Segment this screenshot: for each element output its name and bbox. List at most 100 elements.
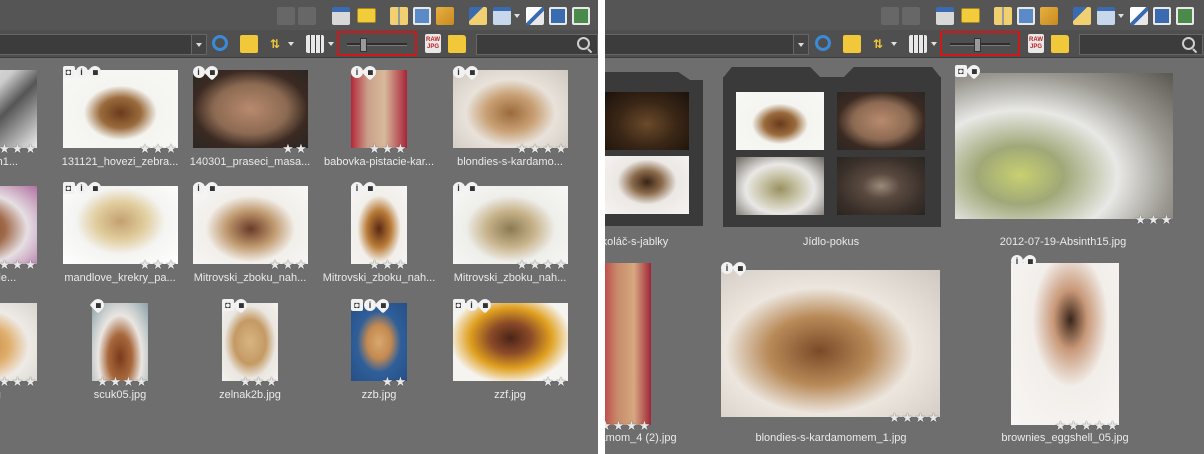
star-icon[interactable]: ★ bbox=[1134, 213, 1147, 226]
thumbnail-caption[interactable]: brownies_eggshell_05.jpg bbox=[1001, 432, 1128, 444]
star-icon[interactable]: ★ bbox=[269, 258, 282, 271]
folder-caption[interactable]: koláč-s-jablky bbox=[605, 236, 668, 248]
folder-star-icon[interactable] bbox=[240, 35, 258, 53]
folder-icon[interactable] bbox=[448, 35, 466, 53]
star-icon[interactable]: ★ bbox=[139, 142, 152, 155]
thumbnail-caption[interactable]: mandlove_krekry_pa... bbox=[64, 272, 175, 284]
thumbnail-caption[interactable]: n_nahle... bbox=[0, 272, 16, 284]
path-combobox[interactable] bbox=[605, 34, 809, 55]
star-icon[interactable]: ★ bbox=[605, 419, 612, 432]
thumbnail-image[interactable] bbox=[452, 70, 568, 148]
star-icon[interactable]: ★ bbox=[368, 258, 381, 271]
copy-icon[interactable] bbox=[413, 7, 431, 25]
star-icon[interactable]: ★ bbox=[368, 142, 381, 155]
thumbnail-image[interactable] bbox=[0, 70, 37, 148]
thumbnail-image[interactable] bbox=[452, 303, 568, 381]
transfer-dropdown-caret[interactable] bbox=[514, 14, 520, 18]
star-icon[interactable]: ★ bbox=[0, 258, 11, 271]
star-icon[interactable]: ★ bbox=[542, 375, 555, 388]
thumbnail-image[interactable] bbox=[351, 186, 407, 264]
star-icon[interactable]: ★ bbox=[529, 142, 542, 155]
star-icon[interactable]: ★ bbox=[1106, 419, 1119, 432]
thumbnail-caption[interactable]: 131121_hovezi_zebra... bbox=[62, 156, 179, 168]
rating-stars[interactable]: ★ ★ ★ bbox=[0, 258, 37, 271]
print-icon[interactable] bbox=[332, 7, 350, 25]
star-icon[interactable]: ★ bbox=[1054, 419, 1067, 432]
thumbnail-caption[interactable]: .jpg bbox=[0, 389, 1, 401]
sort-icon[interactable]: ⇅ bbox=[266, 35, 284, 53]
thumbnail-image[interactable] bbox=[605, 263, 651, 425]
view-mode-icon[interactable] bbox=[909, 35, 927, 53]
star-icon[interactable]: ★ bbox=[139, 258, 152, 271]
rating-stars[interactable]: ★ ★ bbox=[381, 375, 407, 388]
folder-icon[interactable] bbox=[1051, 35, 1069, 53]
thumbnail-image[interactable] bbox=[721, 270, 940, 417]
print-icon[interactable] bbox=[936, 7, 954, 25]
rating-stars[interactable]: ★★★★★ bbox=[1054, 419, 1119, 432]
transfer-dropdown-caret[interactable] bbox=[1118, 14, 1124, 18]
star-icon[interactable]: ★ bbox=[901, 411, 914, 424]
star-icon[interactable]: ★ bbox=[529, 258, 542, 271]
thumbnail-size-slider[interactable] bbox=[337, 31, 417, 56]
star-icon[interactable]: ★ bbox=[11, 375, 24, 388]
star-icon[interactable]: ★ bbox=[109, 375, 122, 388]
transfer-icon[interactable] bbox=[493, 7, 511, 25]
thumbnail-image[interactable] bbox=[192, 186, 308, 264]
rating-stars[interactable]: ★ ★ ★ ★ bbox=[888, 411, 940, 424]
nav-back-icon[interactable] bbox=[881, 7, 899, 25]
thumbnail-image[interactable] bbox=[222, 303, 278, 381]
thumbnail-size-slider-thumb[interactable] bbox=[974, 38, 981, 52]
thumbnail-size-slider[interactable] bbox=[940, 31, 1020, 56]
thumbnail-image[interactable] bbox=[955, 73, 1173, 219]
folder-star-icon[interactable] bbox=[843, 35, 861, 53]
star-icon[interactable]: ★ bbox=[265, 375, 278, 388]
rating-stars[interactable]: ★ ★ ★ ★ bbox=[516, 258, 568, 271]
sort-dropdown-caret[interactable] bbox=[891, 42, 897, 46]
star-icon[interactable]: ★ bbox=[394, 142, 407, 155]
raw-jpg-icon[interactable]: RAW JPG bbox=[425, 34, 441, 53]
star-icon[interactable]: ★ bbox=[282, 142, 295, 155]
star-icon[interactable]: ★ bbox=[394, 375, 407, 388]
star-icon[interactable]: ★ bbox=[135, 375, 148, 388]
star-icon[interactable]: ★ bbox=[252, 375, 265, 388]
thumbnail-image[interactable] bbox=[192, 70, 308, 148]
search-icon[interactable] bbox=[577, 37, 590, 50]
thumbnail-caption[interactable]: 2012-07-19-Absinth15.jpg bbox=[1000, 236, 1127, 248]
star-icon[interactable]: ★ bbox=[888, 411, 901, 424]
rating-stars[interactable]: ★ ★ ★ bbox=[0, 142, 37, 155]
thumbnail-image[interactable] bbox=[62, 186, 178, 264]
slideshow-icon[interactable] bbox=[1153, 7, 1171, 25]
rating-stars[interactable]: ★ ★ ★ bbox=[269, 258, 308, 271]
rating-stars[interactable]: ★ ★ ★ bbox=[368, 258, 407, 271]
star-icon[interactable]: ★ bbox=[11, 142, 24, 155]
star-icon[interactable]: ★ bbox=[1147, 213, 1160, 226]
rating-stars[interactable]: ★ ★ ★ bbox=[139, 258, 178, 271]
raw-jpg-icon[interactable]: RAW JPG bbox=[1028, 34, 1044, 53]
thumbnail-caption[interactable]: 140301_praseci_masa... bbox=[190, 156, 310, 168]
thumbnail-caption[interactable]: scuk05.jpg bbox=[94, 389, 147, 401]
thumbnail-size-slider-thumb[interactable] bbox=[360, 38, 367, 52]
path-combobox[interactable] bbox=[0, 34, 207, 55]
view-mode-icon[interactable] bbox=[306, 35, 324, 53]
nav-back-icon[interactable] bbox=[277, 7, 295, 25]
rating-stars[interactable]: ★ ★ ★ bbox=[139, 142, 178, 155]
thumbnail-image[interactable] bbox=[452, 186, 568, 264]
star-icon[interactable]: ★ bbox=[555, 258, 568, 271]
email-icon[interactable] bbox=[961, 8, 980, 23]
star-icon[interactable]: ★ bbox=[394, 258, 407, 271]
search-icon[interactable] bbox=[1182, 37, 1195, 50]
star-icon[interactable]: ★ bbox=[914, 411, 927, 424]
star-icon[interactable]: ★ bbox=[165, 258, 178, 271]
star-icon[interactable]: ★ bbox=[152, 258, 165, 271]
star-icon[interactable]: ★ bbox=[625, 419, 638, 432]
thumbnail-caption[interactable]: Absinth1... bbox=[0, 156, 18, 168]
star-icon[interactable]: ★ bbox=[381, 258, 394, 271]
rating-stars[interactable]: ★★★★★ bbox=[605, 419, 651, 432]
books-icon[interactable] bbox=[390, 7, 408, 25]
path-dropdown-button[interactable] bbox=[191, 35, 206, 54]
books-icon[interactable] bbox=[994, 7, 1012, 25]
thumbnail-caption[interactable]: Mitrovski_zboku_nah... bbox=[194, 272, 307, 284]
star-icon[interactable]: ★ bbox=[381, 142, 394, 155]
star-icon[interactable]: ★ bbox=[542, 258, 555, 271]
thumbnail-image[interactable] bbox=[1011, 263, 1119, 425]
